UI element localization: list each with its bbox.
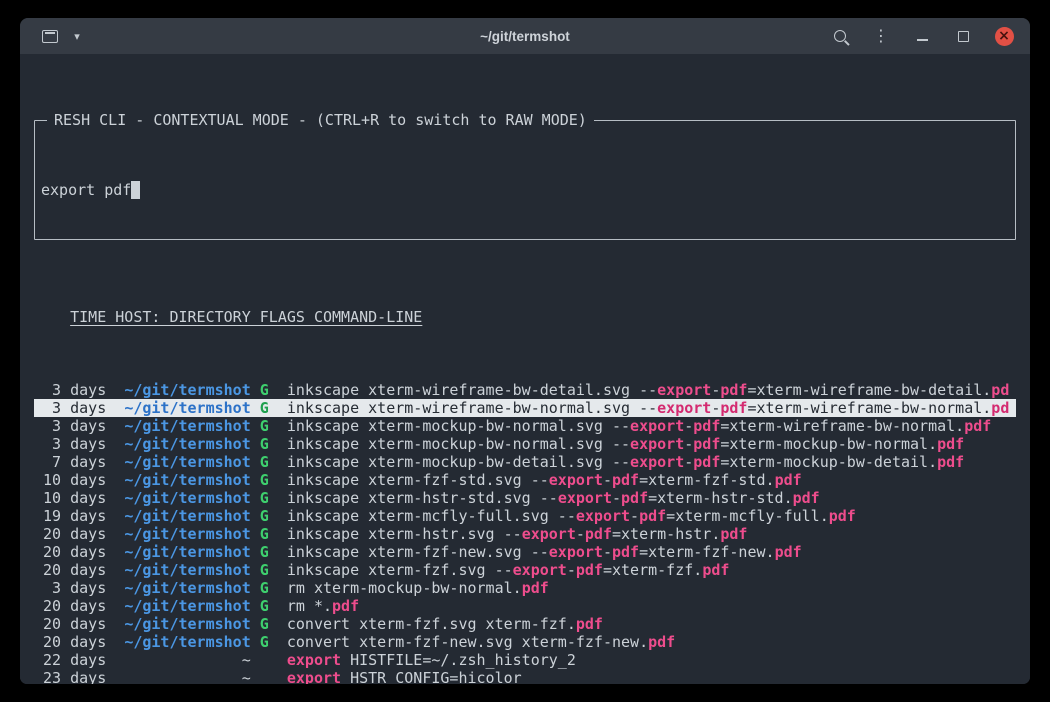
restore-icon	[958, 31, 969, 42]
history-row[interactable]: 20 days ~/git/termshot G convert xterm-f…	[34, 615, 1016, 633]
history-row[interactable]: 20 days ~/git/termshot G rm *.pdf	[34, 597, 1016, 615]
terminal-content: RESH CLI - CONTEXTUAL MODE - (CTRL+R to …	[20, 54, 1030, 684]
history-row[interactable]: 20 days ~/git/termshot G inkscape xterm-…	[34, 525, 1016, 543]
chevron-down-icon: ▾	[74, 31, 80, 42]
header-indent	[34, 308, 70, 326]
tab-dropdown-button[interactable]: ▾	[67, 25, 87, 47]
search-icon	[834, 30, 846, 42]
restore-button[interactable]	[953, 25, 973, 47]
history-row[interactable]: 3 days ~/git/termshot G inkscape xterm-m…	[34, 435, 1016, 453]
history-row[interactable]: 10 days ~/git/termshot G inkscape xterm-…	[34, 471, 1016, 489]
history-row[interactable]: 19 days ~/git/termshot G inkscape xterm-…	[34, 507, 1016, 525]
header-columns: TIME HOST: DIRECTORY FLAGS COMMAND-LINE	[70, 308, 422, 326]
close-button[interactable]: ×	[994, 25, 1014, 47]
history-row[interactable]: 3 days ~/git/termshot G inkscape xterm-w…	[34, 399, 1016, 417]
terminal-cursor	[131, 181, 140, 199]
history-row[interactable]: 10 days ~/git/termshot G inkscape xterm-…	[34, 489, 1016, 507]
kebab-menu-icon: ⋮	[873, 28, 889, 44]
search-box-title: RESH CLI - CONTEXTUAL MODE - (CTRL+R to …	[47, 111, 594, 129]
minimize-icon	[917, 39, 928, 41]
history-row[interactable]: 3 days ~/git/termshot G rm xterm-mockup-…	[34, 579, 1016, 597]
history-row[interactable]: 20 days ~/git/termshot G inkscape xterm-…	[34, 543, 1016, 561]
history-row[interactable]: 20 days ~/git/termshot G inkscape xterm-…	[34, 561, 1016, 579]
search-query-text: export pdf	[41, 181, 131, 199]
menu-button[interactable]: ⋮	[871, 25, 891, 47]
new-tab-icon	[42, 30, 58, 43]
search-button[interactable]	[830, 25, 850, 47]
search-input[interactable]: export pdf	[41, 181, 1007, 199]
history-row[interactable]: 20 days ~/git/termshot G convert xterm-f…	[34, 633, 1016, 651]
minimize-button[interactable]	[912, 25, 932, 47]
terminal-window: ▾ ~/git/termshot ⋮ × RESH CLI - CONTEXTU…	[20, 18, 1030, 684]
history-row[interactable]: 3 days ~/git/termshot G inkscape xterm-m…	[34, 417, 1016, 435]
new-tab-button[interactable]	[40, 25, 60, 47]
resh-search-box: RESH CLI - CONTEXTUAL MODE - (CTRL+R to …	[34, 120, 1016, 240]
history-row[interactable]: 22 days ~ export HISTFILE=~/.zsh_history…	[34, 651, 1016, 669]
close-icon: ×	[995, 27, 1014, 46]
titlebar: ▾ ~/git/termshot ⋮ ×	[20, 18, 1030, 54]
history-row[interactable]: 3 days ~/git/termshot G inkscape xterm-w…	[34, 381, 1016, 399]
history-row[interactable]: 23 days ~ export HSTR_CONFIG=hicolor	[34, 669, 1016, 684]
history-row[interactable]: 7 days ~/git/termshot G inkscape xterm-m…	[34, 453, 1016, 471]
history-rows: 3 days ~/git/termshot G inkscape xterm-w…	[34, 381, 1016, 684]
history-header: TIME HOST: DIRECTORY FLAGS COMMAND-LINE	[34, 308, 1016, 326]
